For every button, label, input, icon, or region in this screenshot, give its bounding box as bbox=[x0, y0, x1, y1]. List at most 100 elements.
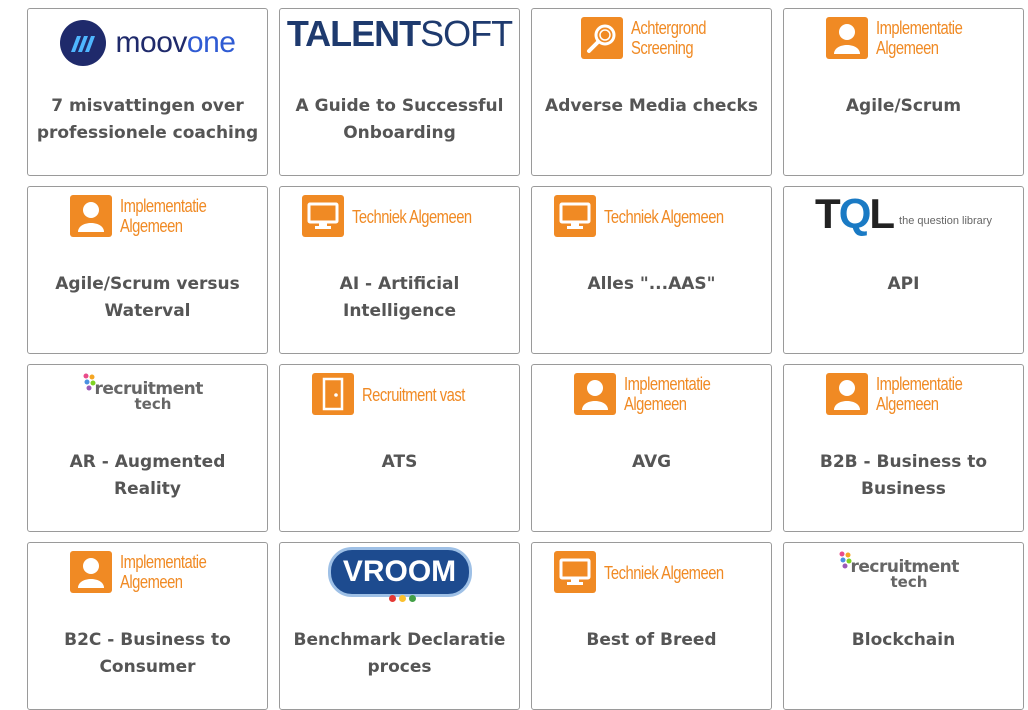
topic-title: A Guide to Successful Onboarding bbox=[295, 96, 504, 143]
recruitment-tech-logo-group: recruitment tech bbox=[839, 551, 969, 595]
category-label-line2: Algemeen bbox=[119, 572, 183, 592]
category-badge: Achtergrond Screening bbox=[532, 9, 771, 83]
person-icon bbox=[825, 373, 868, 415]
vroom-dots-icon bbox=[388, 595, 416, 602]
category-badge-group: Techniek Algemeen bbox=[553, 195, 750, 237]
topic-card[interactable]: recruitment tech AR - Augmented Reality bbox=[27, 364, 268, 532]
topic-title: Adverse Media checks bbox=[545, 96, 758, 116]
topic-title: Blockchain bbox=[851, 630, 956, 650]
recruitment-tech-line2: tech bbox=[890, 573, 928, 591]
category-badge: Implementatie Algemeen bbox=[784, 9, 1023, 83]
category-badge: Implementatie Algemeen bbox=[532, 365, 771, 439]
topic-title: AI - Artificial Intelligence bbox=[339, 274, 460, 321]
topic-card[interactable]: TQL the question library API bbox=[783, 186, 1024, 354]
category-badge-group: Implementatie Algemeen bbox=[573, 373, 729, 415]
person-icon bbox=[825, 17, 868, 59]
category-label: Techniek Algemeen bbox=[352, 207, 472, 227]
category-label: Implementatie Algemeen bbox=[119, 196, 207, 236]
moovone-logo-group: moovone bbox=[59, 20, 236, 66]
category-badge-group: Techniek Algemeen bbox=[553, 551, 750, 593]
category-badge-group: Implementatie Algemeen bbox=[825, 17, 981, 59]
category-label-line2: Algemeen bbox=[623, 394, 687, 414]
talentsoft-logo: TALENTSOFT bbox=[280, 9, 519, 83]
category-label-line1: Techniek Algemeen bbox=[351, 207, 472, 227]
category-label-line1: Implementatie bbox=[875, 374, 963, 394]
topic-title: AR - Augmented Reality bbox=[69, 452, 226, 499]
tql-logo-group: TQL the question library bbox=[815, 193, 992, 235]
monitor-icon bbox=[553, 195, 596, 237]
recruitment-tech-line2: tech bbox=[134, 395, 172, 413]
category-badge: Implementatie Algemeen bbox=[28, 187, 267, 261]
category-badge-group: Implementatie Algemeen bbox=[69, 551, 225, 593]
recruitment-tech-logo: recruitment tech bbox=[28, 365, 267, 439]
category-label: Achtergrond Screening bbox=[631, 18, 706, 58]
talentsoft-wordmark: TALENTSOFT bbox=[286, 13, 513, 54]
topic-card[interactable]: Implementatie Algemeen Agile/Scrum bbox=[783, 8, 1024, 176]
monitor-icon bbox=[553, 551, 596, 593]
category-label: Implementatie Algemeen bbox=[119, 552, 207, 592]
category-label: Implementatie Algemeen bbox=[875, 18, 963, 58]
category-label-line1: Implementatie bbox=[119, 196, 207, 216]
topic-title: Best of Breed bbox=[586, 630, 717, 650]
category-label-line1: Techniek Algemeen bbox=[603, 563, 724, 583]
topic-card[interactable]: Implementatie Algemeen B2C - Business to C… bbox=[27, 542, 268, 710]
topic-title: Benchmark Declaratie proces bbox=[293, 630, 506, 677]
category-badge: Techniek Algemeen bbox=[532, 187, 771, 261]
topic-card[interactable]: Techniek Algemeen Alles "...AAS" bbox=[531, 186, 772, 354]
topic-title: B2B - Business to Business bbox=[819, 452, 988, 499]
topic-card[interactable]: Implementatie Algemeen Agile/Scrum versus … bbox=[27, 186, 268, 354]
category-label-line1: Implementatie bbox=[875, 18, 963, 38]
person-icon bbox=[573, 373, 616, 415]
category-label-line1: Techniek Algemeen bbox=[603, 207, 724, 227]
topic-card[interactable]: TALENTSOFT A Guide to Successful Onboardi… bbox=[279, 8, 520, 176]
tql-tagline: the question library bbox=[899, 215, 992, 227]
topic-grid: moovone 7 misvattingen over professionele… bbox=[0, 0, 1028, 710]
category-label: Implementatie Algemeen bbox=[875, 374, 963, 414]
monitor-icon bbox=[301, 195, 344, 237]
category-badge-group: Recruitment vast bbox=[311, 373, 487, 415]
topic-card[interactable]: Achtergrond Screening Adverse Media checks bbox=[531, 8, 772, 176]
category-label-line1: Implementatie bbox=[623, 374, 711, 394]
category-badge-group: Implementatie Algemeen bbox=[69, 195, 225, 237]
topic-card[interactable]: moovone 7 misvattingen over professionele… bbox=[27, 8, 268, 176]
topic-card[interactable]: recruitment tech Blockchain bbox=[783, 542, 1024, 710]
category-label-line2: Screening bbox=[630, 38, 694, 58]
search-icon bbox=[580, 17, 623, 59]
topic-title: Agile/Scrum bbox=[845, 96, 962, 116]
moovone-logo: moovone bbox=[28, 9, 267, 83]
topic-title: AVG bbox=[631, 452, 672, 472]
topic-card[interactable]: Implementatie Algemeen AVG bbox=[531, 364, 772, 532]
category-badge: Implementatie Algemeen bbox=[28, 543, 267, 617]
tql-wordmark: TQL bbox=[815, 190, 895, 237]
category-badge: Techniek Algemeen bbox=[532, 543, 771, 617]
moovone-mark-icon bbox=[59, 20, 106, 66]
topic-card[interactable]: Techniek Algemeen Best of Breed bbox=[531, 542, 772, 710]
topic-card[interactable]: Implementatie Algemeen B2B - Business to B… bbox=[783, 364, 1024, 532]
category-badge-group: Achtergrond Screening bbox=[580, 17, 722, 59]
person-icon bbox=[69, 195, 112, 237]
category-label: Techniek Algemeen bbox=[604, 207, 724, 227]
recruitment-tech-logo: recruitment tech bbox=[784, 543, 1023, 617]
category-label-line2: Algemeen bbox=[119, 216, 183, 236]
topic-card[interactable]: VROOM Benchmark Declaratie proces bbox=[279, 542, 520, 710]
category-badge: Recruitment vast bbox=[280, 365, 519, 439]
topic-card[interactable]: Recruitment vast ATS bbox=[279, 364, 520, 532]
tql-logo: TQL the question library bbox=[784, 187, 1023, 261]
category-label: Implementatie Algemeen bbox=[623, 374, 711, 414]
category-label: Recruitment vast bbox=[362, 385, 465, 405]
category-badge: Techniek Algemeen bbox=[280, 187, 519, 261]
vroom-logo: VROOM bbox=[280, 543, 519, 617]
person-icon bbox=[69, 551, 112, 593]
topic-title: 7 misvattingen over professionele coachi… bbox=[36, 96, 259, 143]
category-badge: Implementatie Algemeen bbox=[784, 365, 1023, 439]
door-icon bbox=[311, 373, 354, 415]
topic-title: Agile/Scrum versus Waterval bbox=[55, 274, 240, 321]
category-label-line2: Algemeen bbox=[875, 394, 939, 414]
category-badge-group: Techniek Algemeen bbox=[301, 195, 498, 237]
topic-title: API bbox=[887, 274, 920, 294]
recruitment-tech-logo-group: recruitment tech bbox=[83, 373, 213, 417]
category-label-line1: Achtergrond bbox=[630, 18, 706, 38]
category-label: Techniek Algemeen bbox=[604, 563, 724, 583]
category-badge-group: Implementatie Algemeen bbox=[825, 373, 981, 415]
topic-card[interactable]: Techniek Algemeen AI - Artificial Intelli… bbox=[279, 186, 520, 354]
